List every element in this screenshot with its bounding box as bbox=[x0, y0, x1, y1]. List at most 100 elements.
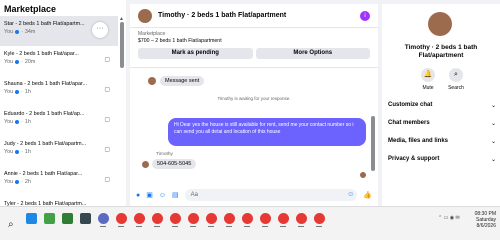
conversation-name: Shauna - 2 beds 1 bath Flat/apar... bbox=[4, 81, 88, 87]
more-options-button[interactable]: More Options bbox=[255, 48, 370, 59]
search-label: Search bbox=[448, 85, 464, 91]
conversation-item[interactable]: Star - 2 beds 1 bath Flat/apartm... You · 3… bbox=[0, 16, 118, 46]
separator: · bbox=[21, 89, 23, 95]
running-indicator bbox=[226, 226, 232, 227]
message-input-placeholder: Aa bbox=[190, 192, 198, 198]
thread-scrollbar[interactable] bbox=[371, 116, 375, 171]
incoming-sender-name: Timothy bbox=[156, 152, 173, 157]
listing-source: Marketplace bbox=[138, 31, 166, 37]
chevron-down-icon: ⌄ bbox=[490, 103, 496, 109]
taskbar-app-icon[interactable] bbox=[296, 213, 307, 224]
section-chat-members[interactable]: Chat members ⌄ bbox=[388, 120, 496, 127]
message-sent-bubble: Message sent bbox=[160, 76, 205, 86]
running-indicator bbox=[244, 226, 250, 227]
incoming-message[interactable]: 504-605-5045 bbox=[152, 159, 197, 169]
listing-thumbnail-icon: ▢ bbox=[104, 87, 110, 93]
conversation-time: 1h bbox=[24, 149, 31, 155]
conversation-meta: You · 20m bbox=[4, 59, 118, 65]
taskbar-app-icon[interactable] bbox=[134, 213, 145, 224]
image-icon[interactable]: ▣ bbox=[146, 191, 153, 199]
sender-label: You bbox=[4, 149, 14, 155]
chat-title[interactable]: Timothy · 2 beds 1 bath Flat/apartment bbox=[158, 12, 286, 19]
section-customize-chat[interactable]: Customize chat ⌄ bbox=[388, 102, 496, 109]
conversation-name: Star - 2 beds 1 bath Flat/apartm... bbox=[4, 21, 85, 27]
mic-icon[interactable]: ● bbox=[136, 192, 140, 199]
search-button[interactable]: ⌕ Search bbox=[446, 68, 466, 91]
clock[interactable]: 08:30 PM Saturday 8/6/2026 bbox=[475, 211, 496, 229]
mute-label: Mute bbox=[422, 85, 434, 91]
chevron-down-icon: ⌄ bbox=[490, 157, 496, 163]
sender-label: You bbox=[4, 119, 14, 125]
conversation-meta: You · 1h bbox=[4, 119, 118, 125]
running-indicator bbox=[118, 226, 124, 227]
avatar[interactable] bbox=[138, 8, 152, 23]
chat-window: Timothy · 2 beds 1 bath Flat/apartment i… bbox=[130, 4, 378, 206]
taskbar-app-icon[interactable] bbox=[188, 213, 199, 224]
like-icon[interactable]: 👍 bbox=[363, 191, 372, 199]
sender-label: You bbox=[4, 59, 14, 65]
composer: ● ▣ ☺ ▤ Aa ☺ 👍 bbox=[130, 184, 378, 206]
conversation-item[interactable]: Shauna - 2 beds 1 bath Flat/apar... You · 1… bbox=[0, 76, 118, 106]
sticker-icon[interactable]: ☺ bbox=[159, 192, 166, 199]
more-options-icon[interactable]: ··· bbox=[92, 22, 108, 38]
emoji-icon[interactable]: ☺ bbox=[347, 189, 354, 201]
running-indicator bbox=[316, 226, 322, 227]
conversation-time: 1h bbox=[24, 119, 31, 125]
listing-thumbnail-icon: ▢ bbox=[104, 57, 110, 63]
mark-as-pending-button[interactable]: Mark as pending bbox=[138, 48, 253, 59]
running-indicator bbox=[154, 226, 160, 227]
conversation-list-scrollbar[interactable] bbox=[120, 22, 124, 68]
avatar[interactable] bbox=[428, 12, 452, 36]
listing-description[interactable]: $700 – 2 beds 1 bath Flat/apartment bbox=[138, 38, 370, 44]
info-icon[interactable]: i bbox=[360, 11, 370, 21]
taskbar-app-icon[interactable] bbox=[314, 213, 325, 224]
taskbar-app-icon[interactable] bbox=[98, 213, 109, 224]
conversation-item[interactable]: Judy - 2 beds 1 bath Flat/apartm... You · 1… bbox=[0, 136, 118, 166]
taskbar-app-icon[interactable] bbox=[26, 213, 37, 224]
gif-icon[interactable]: ▤ bbox=[172, 191, 179, 199]
taskbar-app-icon[interactable] bbox=[278, 213, 289, 224]
thumb-icon bbox=[15, 150, 20, 154]
outgoing-message[interactable]: Hi Dear yes the house is still available… bbox=[168, 118, 366, 146]
message-input[interactable]: Aa ☺ bbox=[184, 189, 358, 201]
conversation-item[interactable]: Annie - 2 beds 1 bath Flat/apar... You · 2h… bbox=[0, 166, 118, 196]
taskbar-app-icon[interactable] bbox=[224, 213, 235, 224]
conversation-name: Eduardo - 2 beds 1 bath Flat/ap... bbox=[4, 111, 85, 117]
taskbar-app-icon[interactable] bbox=[116, 213, 127, 224]
taskbar-app-icon[interactable] bbox=[260, 213, 271, 224]
conversation-item[interactable]: Tyler - 2 beds 1 bath Flat/apartm...You·… bbox=[0, 196, 118, 206]
conversation-list-panel: Marketplace Star - 2 beds 1 bath Flat/ap… bbox=[0, 0, 126, 206]
conversation-name: Judy - 2 beds 1 bath Flat/apartm... bbox=[4, 141, 87, 147]
conversation-meta: You · 2h bbox=[4, 179, 118, 185]
taskbar-app-icon[interactable] bbox=[152, 213, 163, 224]
taskbar: ⌕ ⌃ ▭ ◉ ✉ 08:30 PM Saturday 8/6/2026 bbox=[0, 206, 500, 240]
panel-title: Marketplace bbox=[4, 4, 57, 14]
separator: · bbox=[21, 29, 23, 35]
conversation-item[interactable]: Eduardo - 2 beds 1 bath Flat/ap... You · 1h… bbox=[0, 106, 118, 136]
running-indicator bbox=[208, 226, 214, 227]
conversation-item[interactable]: Kyle - 2 beds 1 bath Flat/apar... You · 20m… bbox=[0, 46, 118, 76]
conversation-name: Annie - 2 beds 1 bath Flat/apar... bbox=[4, 171, 83, 177]
mute-button[interactable]: 🔔 Mute bbox=[418, 68, 438, 91]
clock-date: 8/6/2026 bbox=[476, 223, 496, 229]
search-icon[interactable]: ⌕ bbox=[8, 219, 14, 230]
conversation-meta: You · 1h bbox=[4, 89, 118, 95]
system-tray-icons[interactable]: ⌃ ▭ ◉ ✉ bbox=[438, 215, 460, 221]
conversation-time: 2h bbox=[24, 179, 31, 185]
chevron-down-icon: ⌄ bbox=[490, 121, 496, 127]
avatar bbox=[148, 77, 156, 85]
taskbar-app-icon[interactable] bbox=[62, 213, 73, 224]
separator: · bbox=[21, 59, 23, 65]
contact-name: Timothy · 2 beds 1 bath Flat/apartment bbox=[404, 44, 478, 59]
taskbar-app-icon[interactable] bbox=[80, 213, 91, 224]
taskbar-app-icon[interactable] bbox=[242, 213, 253, 224]
taskbar-app-icon[interactable] bbox=[206, 213, 217, 224]
section-privacy-support[interactable]: Privacy & support ⌄ bbox=[388, 156, 496, 163]
separator: · bbox=[21, 149, 23, 155]
taskbar-app-icon[interactable] bbox=[44, 213, 55, 224]
section-label: Privacy & support bbox=[388, 156, 440, 162]
thumb-icon bbox=[15, 90, 20, 94]
section-media-files[interactable]: Media, files and links ⌄ bbox=[388, 138, 496, 145]
message-thread: Message sent Timothy is waiting for your… bbox=[130, 68, 378, 180]
taskbar-app-icon[interactable] bbox=[170, 213, 181, 224]
